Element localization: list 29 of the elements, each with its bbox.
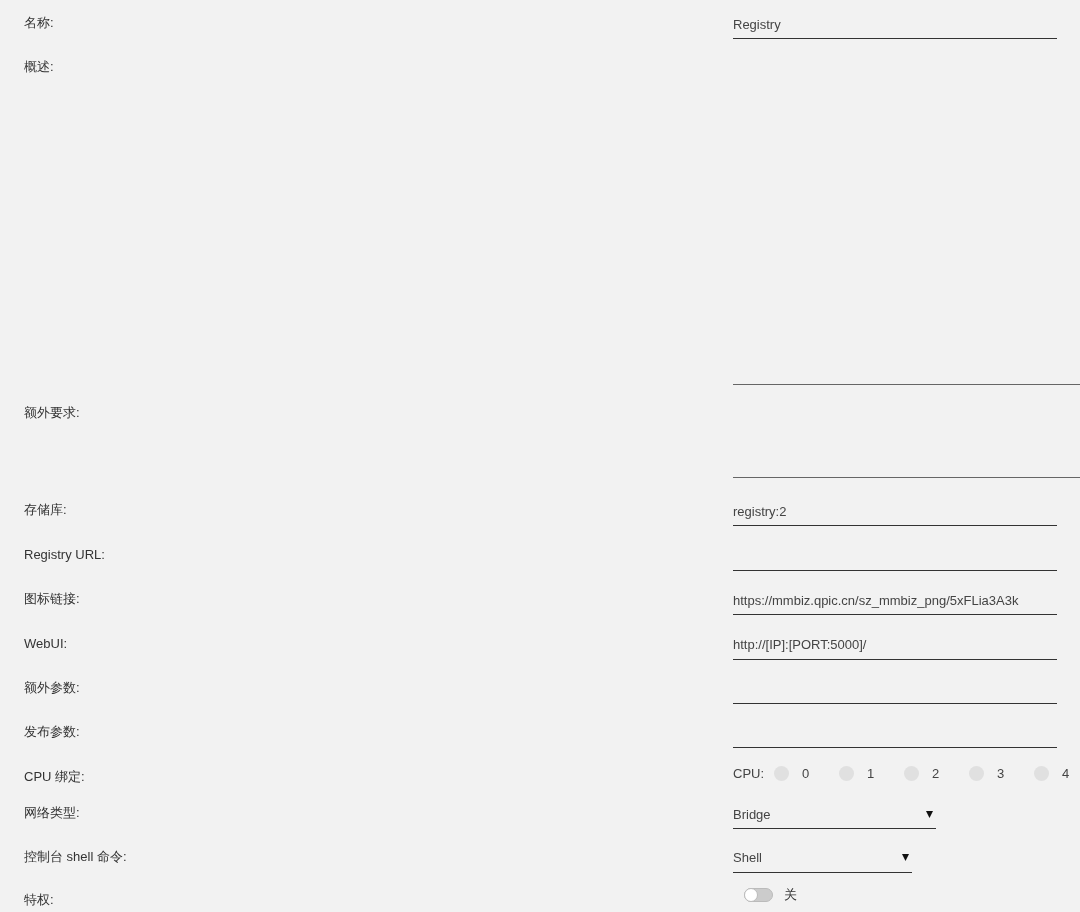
field-label: 网络类型: (24, 805, 80, 822)
field-label: 存储库: (24, 502, 67, 519)
cpu-label: CPU: (733, 765, 766, 782)
field-label: 概述: (24, 59, 54, 76)
text-field[interactable]: Registry (733, 10, 1057, 39)
checkbox-label: 0 (802, 765, 810, 782)
field-label: 图标链接: (24, 591, 80, 608)
checkbox-label: 3 (997, 765, 1005, 782)
field-label: WebUI: (24, 635, 68, 652)
toggle-switch[interactable] (744, 888, 773, 903)
dropdown[interactable]: Shell (733, 843, 912, 873)
checkbox-label: 1 (867, 765, 875, 782)
text-field[interactable]: https://mmbiz.qpic.cn/sz_mmbiz_png/5xFLia3A3k (733, 586, 1057, 616)
caret-down-icon (902, 854, 909, 862)
text-field[interactable]: http://[IP]:[PORT:5000]/ (733, 630, 1057, 660)
dropdown[interactable]: Bridge (733, 800, 936, 830)
toggle-label: 关 (784, 887, 797, 904)
field-label: CPU 绑定: (24, 768, 85, 785)
field-label: 额外要求: (24, 405, 80, 422)
field-label: 特权: (24, 892, 54, 909)
caret-down-icon (926, 810, 933, 818)
field-label: Registry URL: (24, 546, 105, 563)
checkbox-label: 2 (932, 765, 940, 782)
field-label: 额外参数: (24, 679, 80, 696)
field-label: 名称: (24, 15, 54, 31)
field-label: 控制台 shell 命令: (24, 848, 127, 865)
text-field[interactable]: registry:2 (733, 497, 1057, 527)
field-label: 发布参数: (24, 724, 80, 741)
checkbox-label: 4 (1062, 765, 1070, 782)
